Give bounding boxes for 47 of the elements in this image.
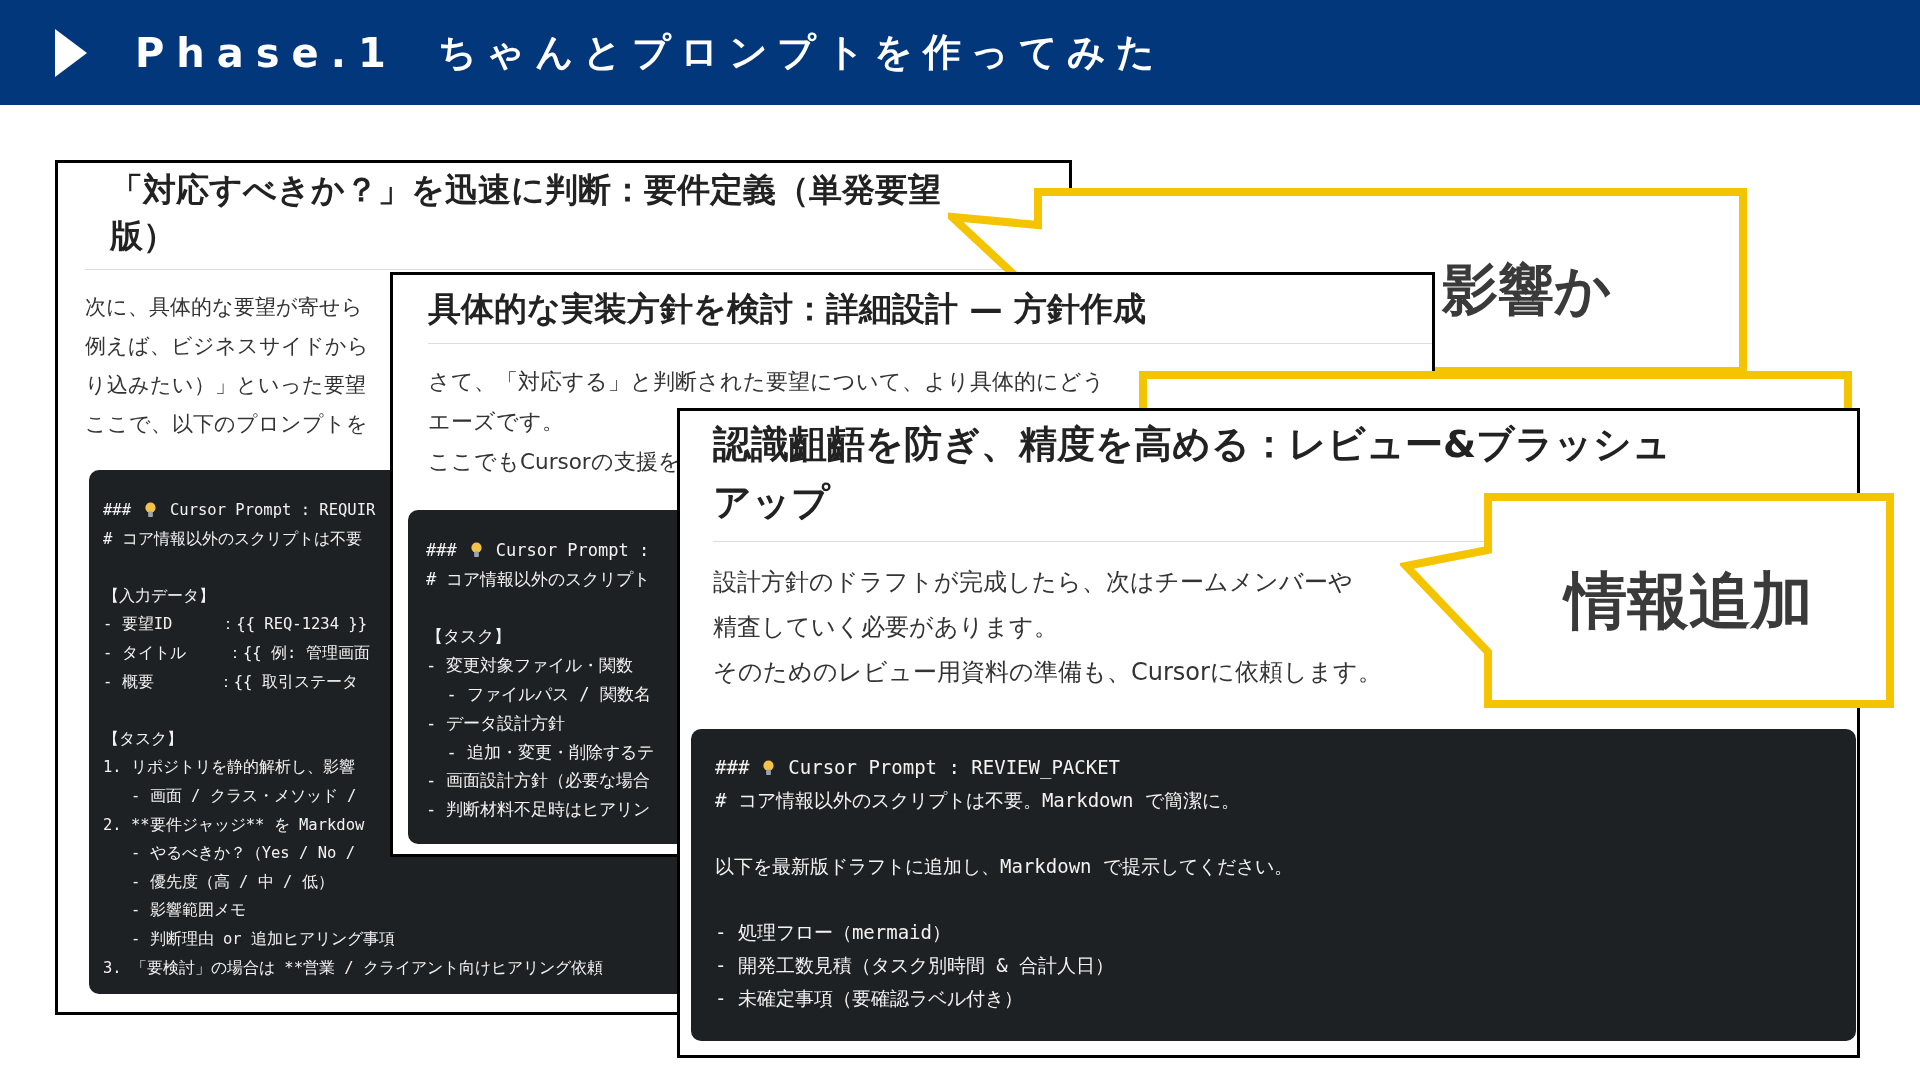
code-text: - 判断材料不足時はヒアリン [426,798,651,822]
code-text: # コア情報以外のスクリプトは不要。Markdown で簡潔に。 [715,788,1240,813]
play-icon [55,28,87,77]
article-text: 設計方針のドラフトが完成したら、次はチームメンバーや 精査していく必要があります。 [713,567,1353,643]
code-text: - 開発工数見積（タスク別時間 & 合計人日） [715,953,1115,978]
code-text: - 影響範囲メモ [130,900,246,922]
code-text: - やるべきか？（Yes / No / [130,843,355,865]
code-text: Cursor Prompt : REVIEW_PACKET [788,755,1121,781]
code-text: - 画面設計方針（必要な場合 [426,769,651,793]
lightbulb-icon [763,759,775,776]
code-text: 2. **要件ジャッジ** を Markdow [103,814,365,836]
code-text: ### [426,539,457,562]
article-heading: 「対応すべきか？」を迅速に判断：要件定義（単発要望 版） [108,169,941,257]
code-text: 【タスク】 [103,728,183,750]
code-text: 【タスク】 [426,625,511,649]
article-text: 次に、具体的な要望が寄せら 例えば、ビジネスサイドから り込みたい）」といった要望 ここで、以下のプロンプトを [85,294,369,438]
code-text: Cursor Prompt : REQUIR [170,500,376,521]
code-text: Cursor Prompt : [495,539,650,562]
code-text: # コア情報以外のスクリプト [426,567,651,591]
code-text: - 画面 / クラス・メソッド / [130,785,357,807]
code-text: - 判断理由 or 追加ヒアリング事項 [130,928,395,950]
code-text: - 追加・変更・削除するテ [445,740,654,764]
code-text: 1. リポジトリを静的解析し、影響 [103,757,355,779]
callout-text: 情報追加 [1488,570,1890,632]
code-text: - データ設計方針 [426,711,566,735]
code-text: - ファイルパス / 関数名 [445,683,651,706]
callout-text: 影響か [1442,262,1611,318]
article-heading: 具体的な実装方針を検討：詳細設計 — 方針作成 [428,288,1146,330]
slide-title: ちゃんとプロンプトを作ってみた [437,29,1165,76]
code-text: - 変更対象ファイル・関数 [426,654,634,678]
code-text: 【入力データ】 [103,585,215,607]
code-text: - 概要 ：{{ 取引ステータ [103,671,358,693]
code-text: 以下を最新版ドラフトに追加し、Markdown で提示してください。 [715,854,1293,879]
code-text: ### [103,500,131,521]
article-text: ここでもCursorの支援を [428,448,681,476]
code-text: - 処理フロー（mermaid） [715,920,951,945]
code-text: - 優先度（高 / 中 / 低） [130,871,334,893]
slide-title: Phase.1 [135,28,398,78]
code-text: # コア情報以外のスクリプトは不要 [103,528,362,550]
code-text: 3. 「要検討」の場合は **営業 / クライアント向けヒアリング依頼 [103,957,603,979]
article-text: そのためのレビュー用資料の準備も、Cursorに依頼します。 [713,657,1382,688]
code-text: - 要望ID ：{{ REQ-1234 }} [103,614,367,636]
lightbulb-icon [145,502,156,519]
code-text: - 未確定事項（要確認ラベル付き） [715,986,1023,1011]
code-text: ### [715,755,750,780]
code-text: - タイトル ：{{ 例: 管理画面 [103,642,370,664]
lightbulb-icon [470,542,482,559]
